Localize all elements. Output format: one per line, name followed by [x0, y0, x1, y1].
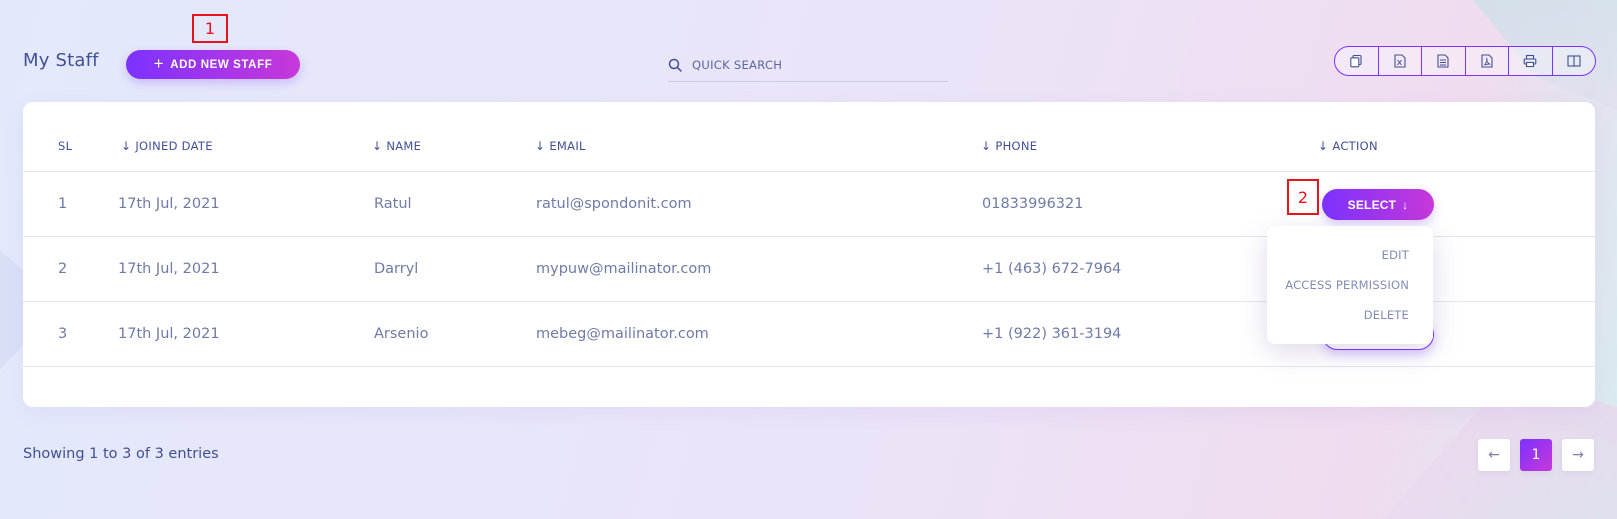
- sort-arrow-icon: ↓: [121, 139, 132, 153]
- table-header: SL ↓ JOINED DATE ↓ NAME ↓ EMAIL ↓ PHONE …: [23, 102, 1595, 172]
- action-dropdown-menu: EDIT ACCESS PERMISSION DELETE: [1267, 226, 1433, 344]
- cell-email: ratul@spondonit.com: [536, 196, 692, 212]
- plus-icon: +: [153, 54, 165, 73]
- excel-icon: [1394, 54, 1406, 68]
- add-new-staff-button[interactable]: + ADD NEW STAFF: [126, 50, 300, 79]
- menu-item-delete[interactable]: DELETE: [1364, 308, 1409, 322]
- cell-joined-date: 17th Jul, 2021: [118, 326, 220, 342]
- copy-icon: [1349, 54, 1363, 68]
- sort-arrow-icon: ↓: [981, 139, 992, 153]
- cell-name: Arsenio: [374, 326, 429, 342]
- cell-sl: 2: [58, 261, 68, 277]
- column-header-name[interactable]: ↓ NAME: [372, 139, 421, 153]
- arrow-left-icon: ←: [1488, 447, 1500, 463]
- print-icon: [1523, 54, 1537, 68]
- sort-arrow-icon: ↓: [535, 139, 546, 153]
- cell-email: mypuw@mailinator.com: [536, 261, 712, 277]
- column-label: NAME: [386, 139, 422, 153]
- arrow-right-icon: →: [1572, 447, 1584, 463]
- cell-email: mebeg@mailinator.com: [536, 326, 709, 342]
- entries-info: Showing 1 to 3 of 3 entries: [23, 446, 219, 462]
- column-header-phone[interactable]: ↓ PHONE: [981, 139, 1037, 153]
- column-visibility-button[interactable]: [1553, 47, 1596, 75]
- print-button[interactable]: [1509, 47, 1553, 75]
- page-title: My Staff: [23, 50, 99, 71]
- page-button-current[interactable]: 1: [1520, 439, 1552, 471]
- pdf-icon: [1481, 54, 1493, 68]
- cell-sl: 1: [58, 196, 68, 212]
- csv-icon: [1437, 54, 1449, 68]
- next-page-button[interactable]: →: [1562, 439, 1594, 471]
- column-header-joined-date[interactable]: ↓ JOINED DATE: [121, 139, 213, 153]
- search-icon: [668, 58, 682, 72]
- annotation-marker-1: 1: [192, 14, 228, 43]
- menu-item-edit[interactable]: EDIT: [1382, 248, 1409, 262]
- select-label: SELECT: [1347, 197, 1397, 212]
- cell-name: Ratul: [374, 196, 412, 212]
- previous-page-button[interactable]: ←: [1478, 439, 1510, 471]
- search-input[interactable]: [692, 58, 922, 72]
- annotation-marker-2: 2: [1287, 179, 1319, 215]
- quick-search: [668, 49, 948, 82]
- add-new-staff-label: ADD NEW STAFF: [170, 58, 273, 71]
- excel-export-button[interactable]: [1379, 47, 1422, 75]
- csv-export-button[interactable]: [1422, 47, 1466, 75]
- column-label: ACTION: [1332, 139, 1378, 153]
- column-label: JOINED DATE: [135, 139, 213, 153]
- sort-arrow-icon: ↓: [372, 139, 383, 153]
- select-action-button[interactable]: SELECT ↓: [1322, 189, 1434, 220]
- copy-button[interactable]: [1335, 47, 1379, 75]
- export-toolbar: [1334, 46, 1596, 76]
- cell-phone: +1 (463) 672-7964: [982, 261, 1122, 277]
- column-header-sl[interactable]: SL: [58, 139, 72, 153]
- cell-sl: 3: [58, 326, 68, 342]
- column-header-action[interactable]: ↓ ACTION: [1318, 139, 1378, 153]
- cell-joined-date: 17th Jul, 2021: [118, 196, 220, 212]
- sort-arrow-icon: ↓: [1318, 139, 1329, 153]
- column-label: PHONE: [995, 139, 1038, 153]
- menu-item-access-permission[interactable]: ACCESS PERMISSION: [1285, 278, 1409, 292]
- pdf-export-button[interactable]: [1466, 47, 1509, 75]
- column-label: EMAIL: [549, 139, 586, 153]
- column-label: SL: [58, 139, 73, 153]
- arrow-down-icon: ↓: [1402, 197, 1409, 212]
- cell-name: Darryl: [374, 261, 419, 277]
- column-header-email[interactable]: ↓ EMAIL: [535, 139, 586, 153]
- cell-phone: +1 (922) 361-3194: [982, 326, 1122, 342]
- columns-icon: [1567, 55, 1581, 67]
- cell-phone: 01833996321: [982, 196, 1084, 212]
- cell-joined-date: 17th Jul, 2021: [118, 261, 220, 277]
